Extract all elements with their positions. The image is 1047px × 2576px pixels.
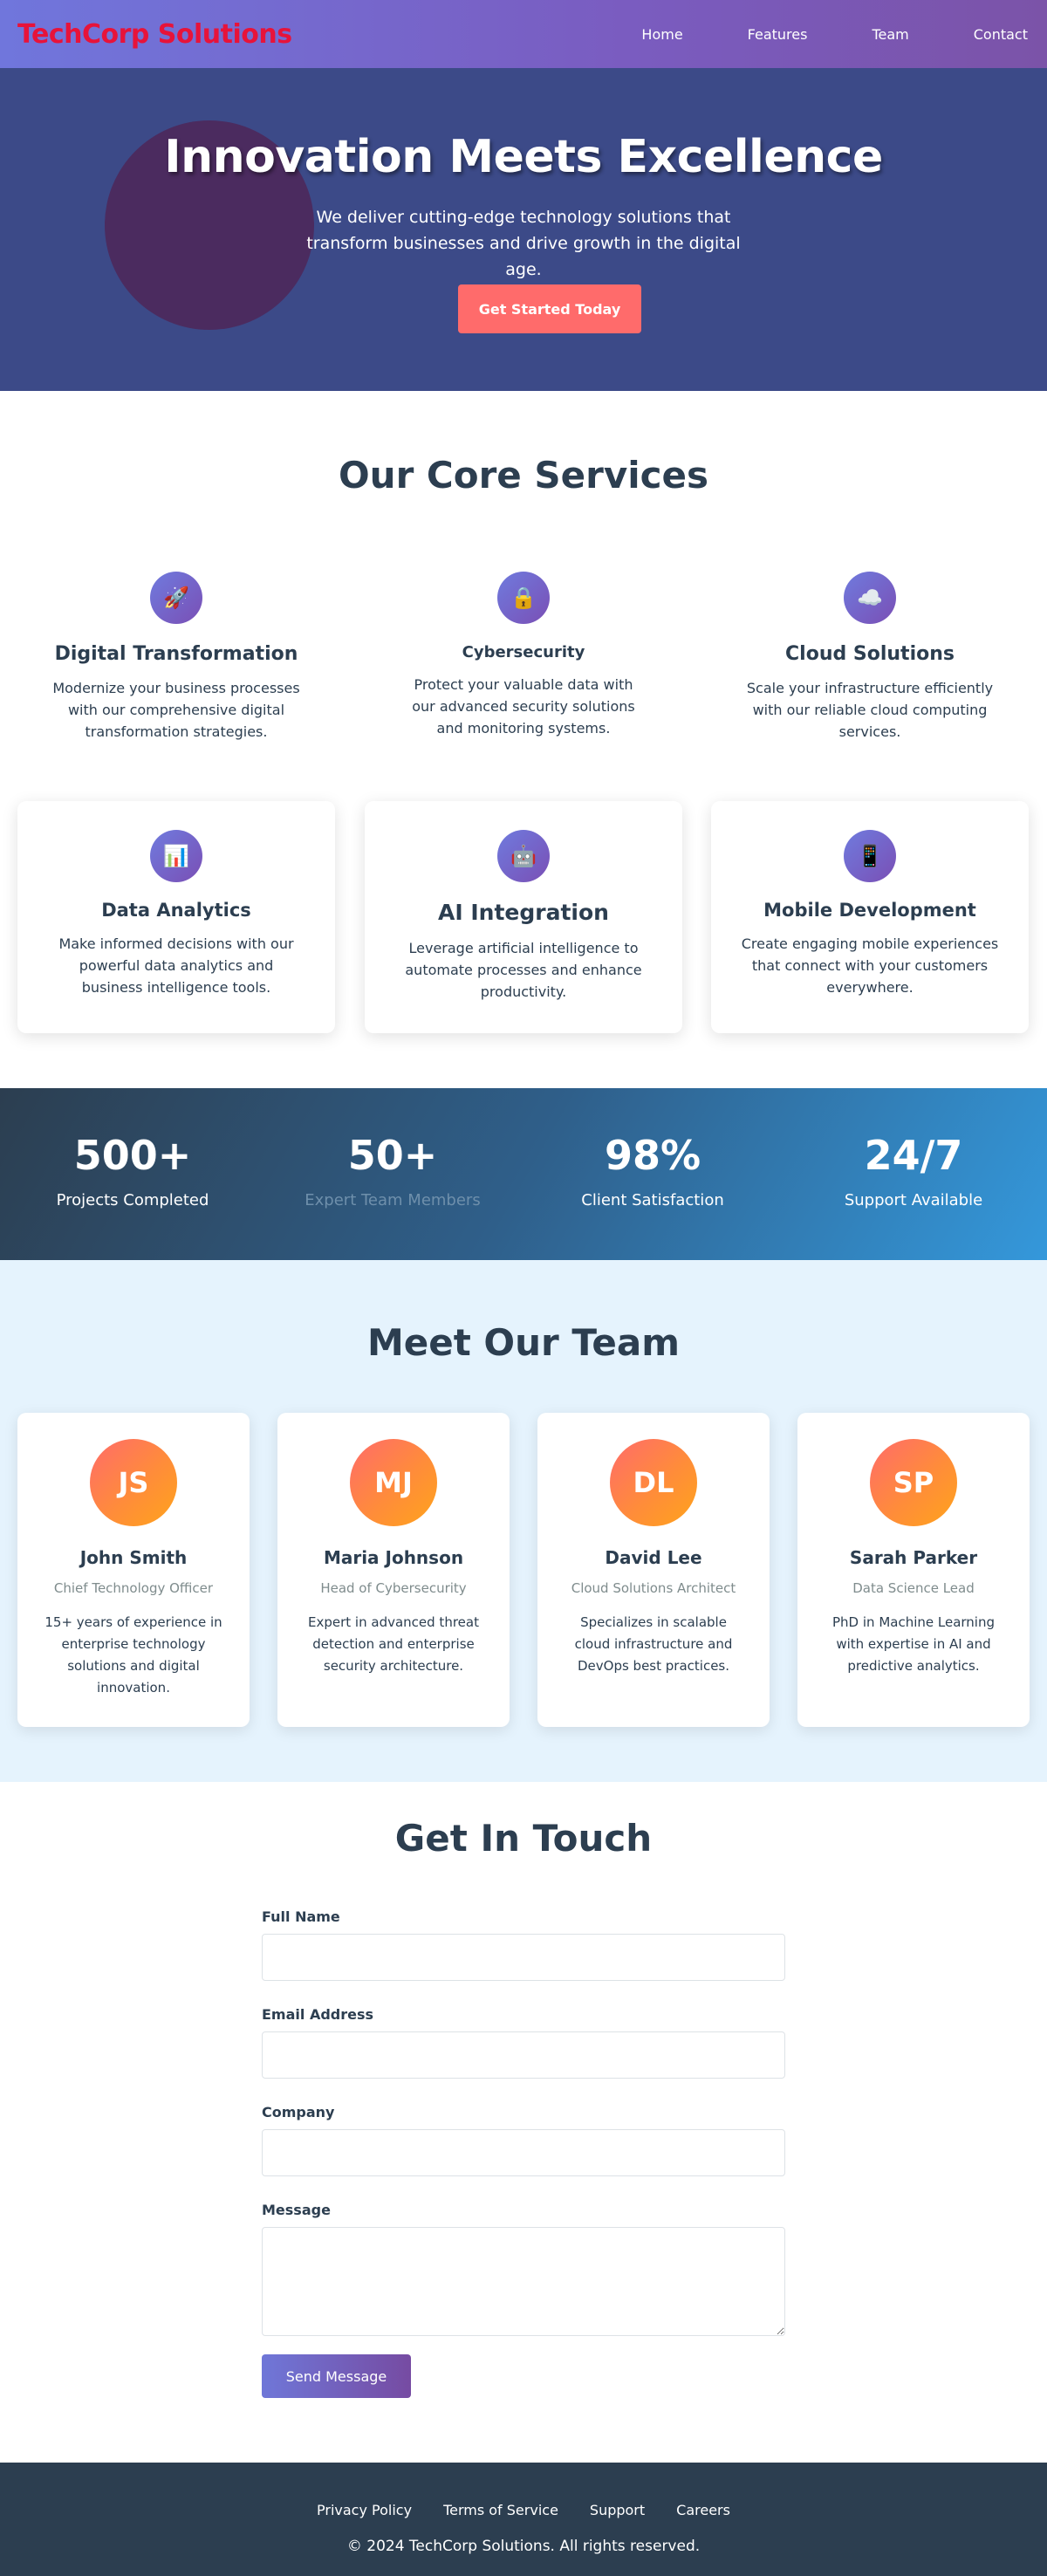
logo[interactable]: TechCorp Solutions <box>17 19 292 50</box>
member-role: Cloud Solutions Architect <box>571 1580 736 1596</box>
member-bio: Specializes in scalable cloud infrastruc… <box>574 1614 733 1674</box>
avatar: SP <box>870 1439 957 1526</box>
nav-links: Home Features Team Contact <box>577 26 1028 43</box>
stat-value: 24/7 <box>864 1132 963 1179</box>
team-card-john-smith[interactable]: JS John Smith Chief Technology Officer 1… <box>17 1413 250 1727</box>
service-title: Data Analytics <box>101 900 251 921</box>
stat-value: 98% <box>604 1132 701 1179</box>
contact-title: Get In Touch <box>394 1817 653 1860</box>
service-cybersecurity: 🔒 Cybersecurity Protect your valuable da… <box>365 572 682 739</box>
member-name: Maria Johnson <box>323 1547 464 1568</box>
stat-projects: 500+ Projects Completed <box>2 1132 263 1209</box>
avatar: DL <box>610 1439 697 1526</box>
team-title: Meet Our Team <box>366 1321 681 1364</box>
service-desc: Scale your infrastructure efficiently wi… <box>746 680 994 740</box>
company-field[interactable] <box>262 2129 785 2176</box>
stat-value: 500+ <box>73 1132 192 1179</box>
service-desc: Protect your valuable data with our adva… <box>412 676 635 736</box>
nav-link-team[interactable]: Team <box>872 26 908 43</box>
member-name: Sarah Parker <box>849 1547 978 1568</box>
member-role: Chief Technology Officer <box>53 1580 214 1596</box>
footer-link-terms[interactable]: Terms of Service <box>443 2502 558 2518</box>
stat-label: Projects Completed <box>56 1191 209 1209</box>
chart-icon: 📊 <box>150 830 202 882</box>
service-title: Digital Transformation <box>54 643 298 665</box>
hero-subtitle: We deliver cutting-edge technology solut… <box>306 208 741 279</box>
nav-link-home[interactable]: Home <box>641 26 682 43</box>
cloud-icon: ☁️ <box>844 572 896 624</box>
member-role: Head of Cybersecurity <box>320 1580 467 1596</box>
nav-link-features[interactable]: Features <box>748 26 808 43</box>
service-title: Mobile Development <box>763 900 976 921</box>
footer: Privacy Policy Terms of Service Support … <box>0 2463 1047 2576</box>
member-bio: PhD in Machine Learning with expertise i… <box>832 1614 995 1674</box>
team-card-sarah-parker[interactable]: SP Sarah Parker Data Science Lead PhD in… <box>797 1413 1030 1727</box>
lock-icon: 🔒 <box>497 572 550 624</box>
hero-section: Innovation Meets Excellence We deliver c… <box>0 68 1047 391</box>
stat-support: 24/7 Support Available <box>783 1132 1044 1209</box>
email-field[interactable] <box>262 2031 785 2079</box>
service-data-analytics[interactable]: 📊 Data Analytics Make informed decisions… <box>17 801 335 1033</box>
member-bio: Expert in advanced threat detection and … <box>308 1614 479 1674</box>
stat-label: Support Available <box>844 1191 983 1209</box>
message-field[interactable] <box>262 2227 785 2336</box>
footer-link-privacy[interactable]: Privacy Policy <box>317 2502 412 2518</box>
member-role: Data Science Lead <box>852 1580 975 1596</box>
hero-title: Innovation Meets Excellence <box>164 131 883 183</box>
service-title: Cloud Solutions <box>785 643 955 665</box>
team-card-david-lee[interactable]: DL David Lee Cloud Solutions Architect S… <box>537 1413 770 1727</box>
rocket-icon: 🚀 <box>150 572 202 624</box>
service-ai-integration[interactable]: 🤖 AI Integration Leverage artificial int… <box>365 801 682 1033</box>
member-name: David Lee <box>605 1547 702 1568</box>
copyright-text: © 2024 TechCorp Solutions. All rights re… <box>346 2538 701 2555</box>
member-name: John Smith <box>79 1547 188 1568</box>
company-label: Company <box>262 2104 335 2120</box>
stat-label: Expert Team Members <box>305 1191 481 1209</box>
avatar: JS <box>90 1439 177 1526</box>
stat-team-members: 50+ Expert Team Members <box>262 1132 524 1209</box>
stat-satisfaction: 98% Client Satisfaction <box>522 1132 784 1209</box>
message-label: Message <box>262 2202 331 2218</box>
nav-link-contact[interactable]: Contact <box>974 26 1028 43</box>
footer-links: Privacy Policy Terms of Service Support … <box>0 2502 1047 2518</box>
stat-value: 50+ <box>347 1132 438 1179</box>
services-title: Our Core Services <box>338 454 709 497</box>
send-message-button[interactable]: Send Message <box>262 2354 411 2398</box>
footer-link-careers[interactable]: Careers <box>676 2502 730 2518</box>
service-cloud-solutions: ☁️ Cloud Solutions Scale your infrastruc… <box>711 572 1029 743</box>
service-title: AI Integration <box>438 900 609 925</box>
full-name-label: Full Name <box>262 1908 340 1925</box>
mobile-icon: 📱 <box>844 830 896 882</box>
service-desc: Create engaging mobile experiences that … <box>741 935 999 996</box>
service-desc: Modernize your business processes with o… <box>52 680 300 740</box>
stats-section: 500+ Projects Completed 50+ Expert Team … <box>0 1088 1047 1260</box>
service-title: Cybersecurity <box>462 643 585 661</box>
member-bio: 15+ years of experience in enterprise te… <box>44 1614 222 1696</box>
email-label: Email Address <box>262 2006 374 2023</box>
footer-link-support[interactable]: Support <box>590 2502 645 2518</box>
robot-icon: 🤖 <box>497 830 550 882</box>
service-digital-transformation: 🚀 Digital Transformation Modernize your … <box>17 572 335 743</box>
full-name-field[interactable] <box>262 1934 785 1981</box>
team-section: Meet Our Team JS John Smith Chief Techno… <box>0 1260 1047 1782</box>
avatar: MJ <box>350 1439 437 1526</box>
top-navbar: TechCorp Solutions Home Features Team Co… <box>0 0 1047 68</box>
get-started-button[interactable]: Get Started Today <box>458 284 641 333</box>
service-desc: Leverage artificial intelligence to auto… <box>405 940 642 1000</box>
service-mobile-development[interactable]: 📱 Mobile Development Create engaging mob… <box>711 801 1029 1033</box>
stat-label: Client Satisfaction <box>581 1191 724 1209</box>
team-card-maria-johnson[interactable]: MJ Maria Johnson Head of Cybersecurity E… <box>277 1413 510 1727</box>
contact-form: Full Name Email Address Company Message <box>262 1908 785 2336</box>
service-desc: Make informed decisions with our powerfu… <box>58 935 294 996</box>
